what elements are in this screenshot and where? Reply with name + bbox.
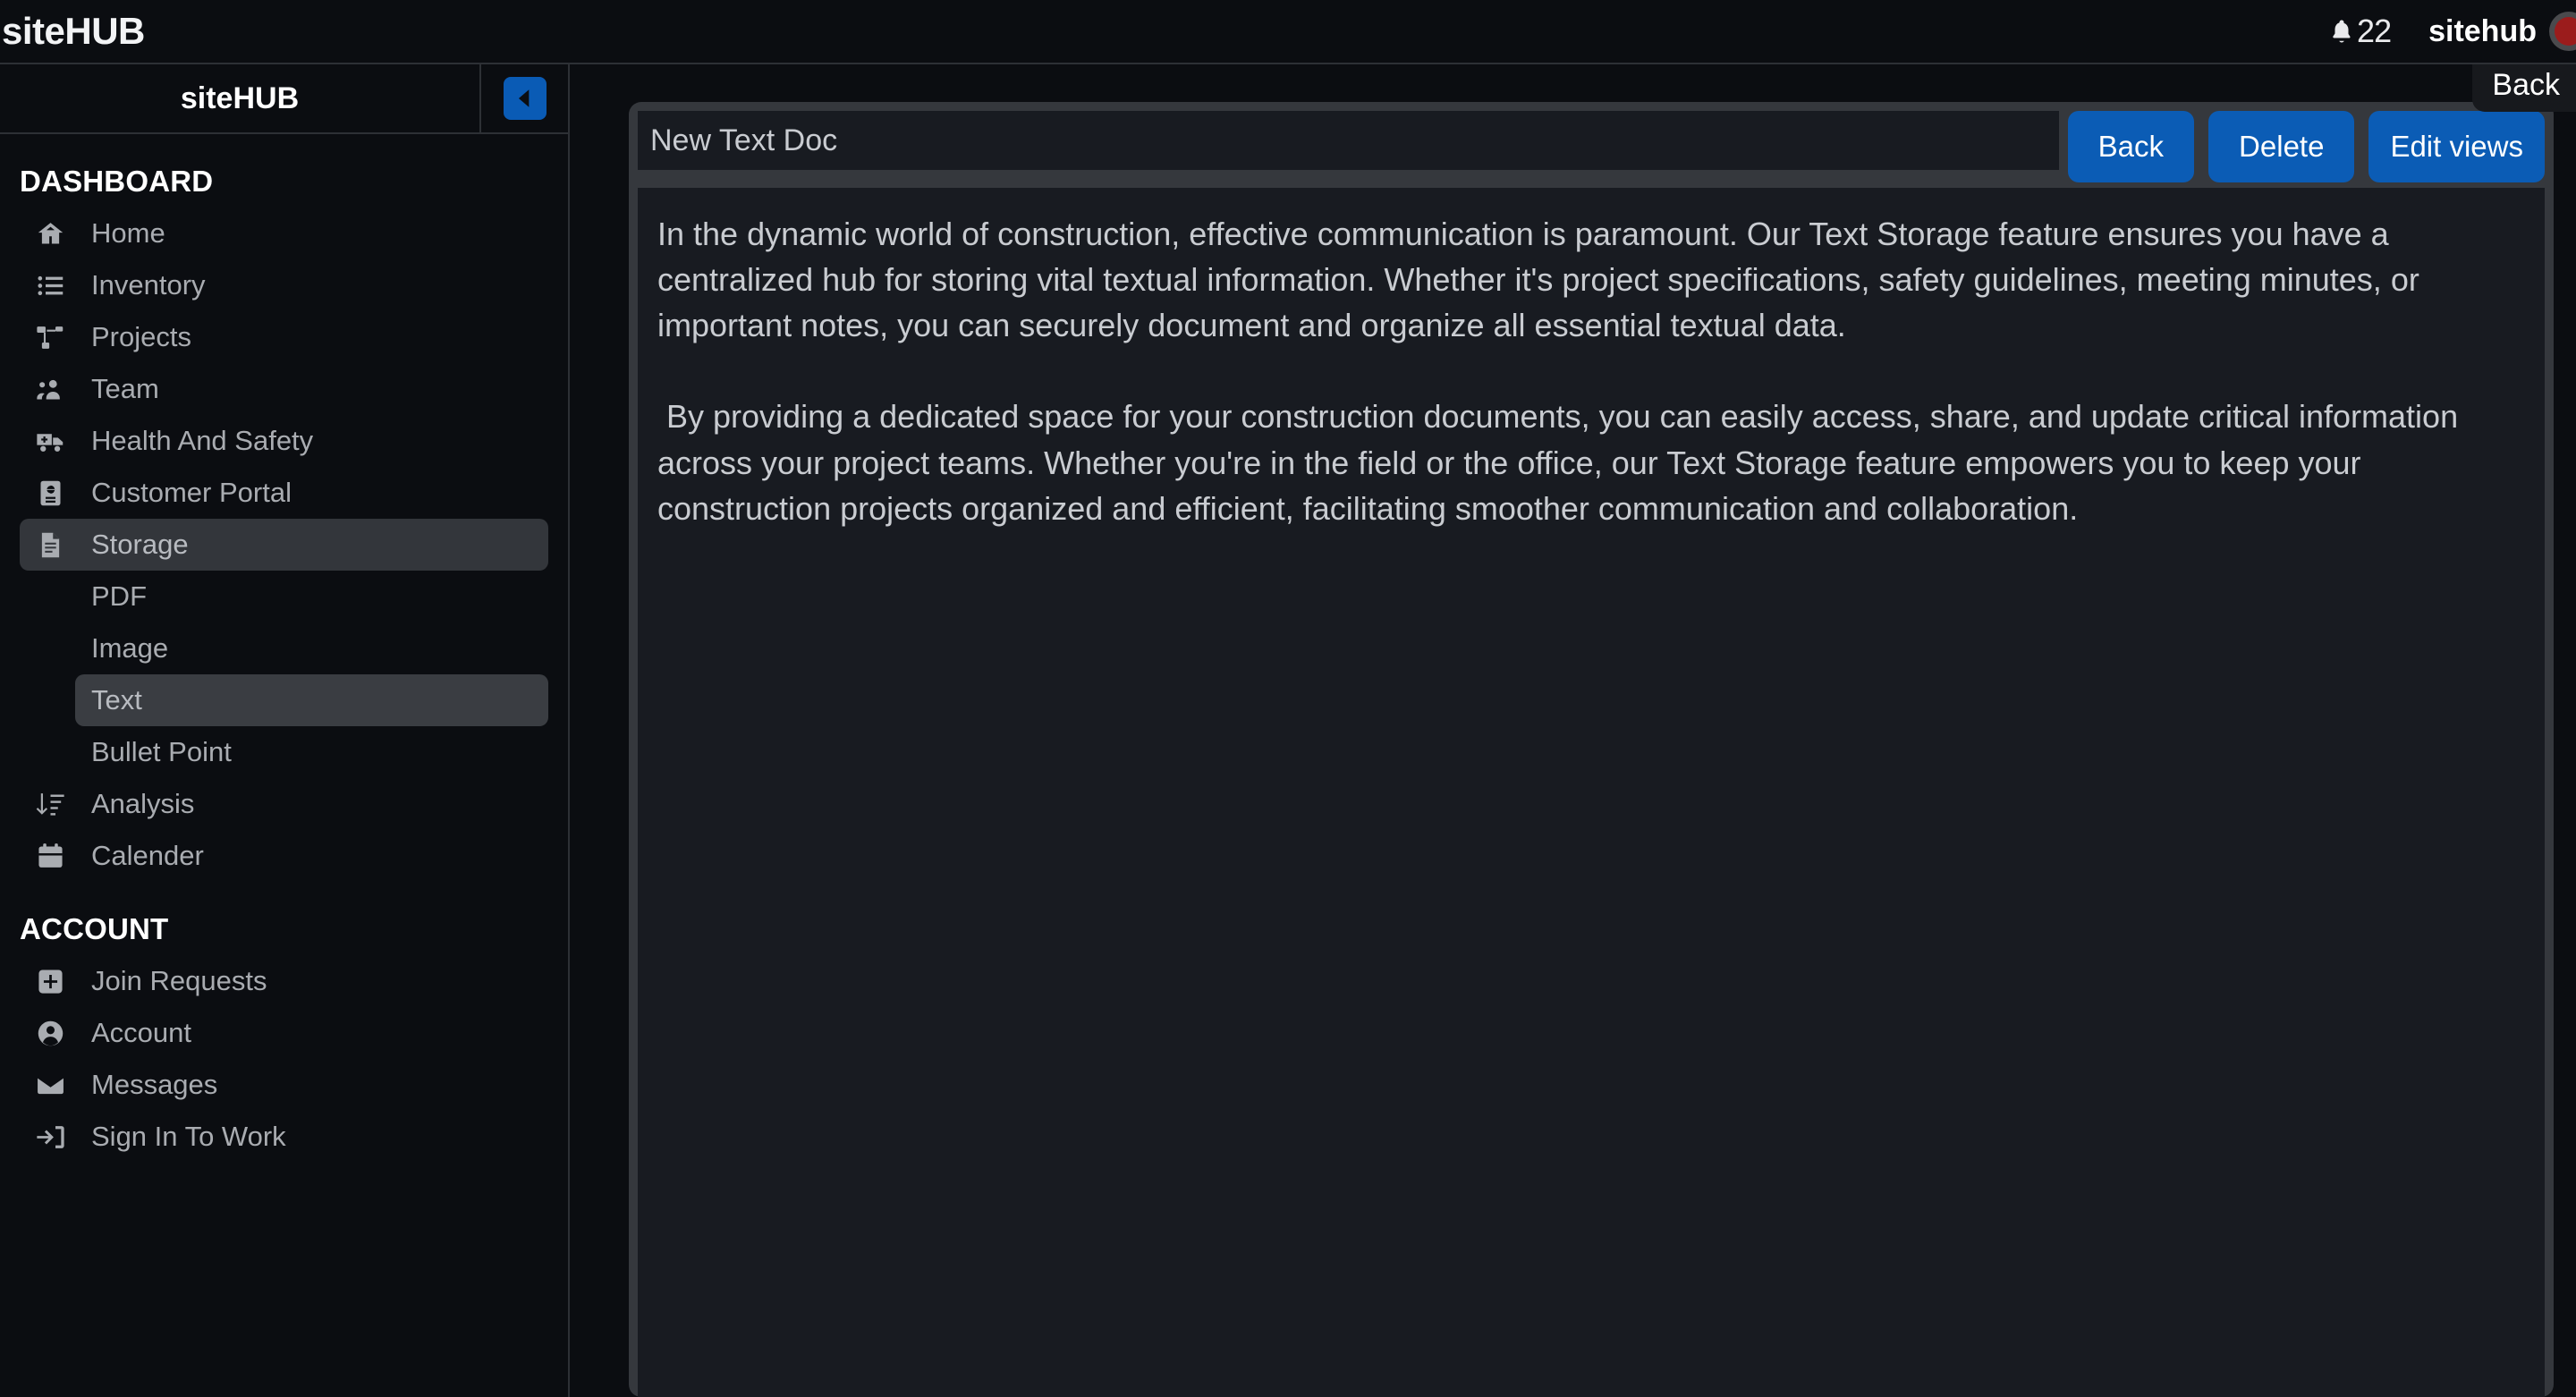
sidebar-item-label: Storage (91, 529, 189, 560)
sidebar-item-calender[interactable]: Calender (20, 830, 548, 882)
chevron-left-icon (513, 87, 537, 110)
list-icon (36, 271, 68, 301)
sidebar-collapse-button[interactable] (503, 77, 547, 120)
user-menu[interactable]: sitehub (2428, 12, 2576, 51)
notification-count: 22 (2357, 13, 2392, 49)
username-label: sitehub (2428, 13, 2537, 48)
sidebar-item-account[interactable]: Account (20, 1007, 548, 1059)
main-content: Back Back Delete Edit views In the dynam… (572, 64, 2576, 1397)
top-bar-right: 22 sitehub (2328, 12, 2576, 51)
sidebar-item-customer-portal[interactable]: Customer Portal (20, 467, 548, 519)
sidebar-subitem-pdf[interactable]: PDF (75, 571, 548, 622)
sidebar-item-label: Sign In To Work (91, 1121, 286, 1152)
sidebar-item-label: Customer Portal (91, 477, 292, 508)
sidebar-item-projects[interactable]: Projects (20, 311, 548, 363)
sidebar-title-wrap: siteHUB (0, 64, 481, 132)
envelope-icon (36, 1071, 68, 1100)
sidebar-header: siteHUB (0, 64, 568, 134)
sidebar-item-sign-in-to-work[interactable]: Sign In To Work (20, 1111, 548, 1163)
plus-square-icon (36, 967, 68, 996)
sidebar-nav-dashboard-rest: Analysis Calender (0, 778, 568, 882)
sidebar-item-health-and-safety[interactable]: Health And Safety (20, 415, 548, 467)
back-tooltip[interactable]: Back (2472, 64, 2576, 112)
storage-subnav: PDF Image Text Bullet Point (0, 571, 568, 778)
document-card-header: Back Delete Edit views (638, 111, 2545, 182)
sort-amount-down-icon (36, 790, 68, 819)
document-card: Back Delete Edit views In the dynamic wo… (629, 102, 2554, 1397)
edit-views-button[interactable]: Edit views (2368, 111, 2545, 182)
sidebar-item-label: Calender (91, 840, 204, 871)
sidebar-item-label: Projects (91, 321, 191, 352)
document-actions: Back Delete Edit views (2067, 111, 2545, 182)
sidebar-item-label: Messages (91, 1069, 218, 1100)
sidebar-item-label: Health And Safety (91, 425, 314, 456)
home-icon (36, 219, 68, 249)
sidebar-section-dashboard-heading: DASHBOARD (20, 165, 214, 198)
id-card-icon (36, 478, 68, 508)
app-logo: siteHUB (2, 10, 145, 52)
avatar-dot (2555, 17, 2576, 46)
sidebar-collapse-wrap (481, 64, 568, 132)
sidebar-item-home[interactable]: Home (20, 207, 548, 259)
sidebar-item-team[interactable]: Team (20, 363, 548, 415)
sidebar-item-label: Analysis (91, 788, 195, 819)
sign-in-icon (36, 1122, 68, 1152)
sidebar-item-label: Join Requests (91, 965, 267, 996)
sidebar-subitem-label: Bullet Point (91, 736, 232, 767)
notifications-button[interactable]: 22 (2328, 13, 2392, 50)
back-button[interactable]: Back (2067, 111, 2195, 182)
sidebar-section-account-heading: ACCOUNT (20, 912, 169, 945)
sidebar-subitem-label: Text (91, 684, 142, 715)
sitemap-icon (36, 323, 68, 352)
sidebar-item-label: Team (91, 373, 159, 404)
sidebar-subitem-label: Image (91, 632, 169, 664)
sidebar-title: siteHUB (180, 80, 300, 115)
sidebar-item-storage[interactable]: Storage (20, 519, 548, 571)
avatar[interactable] (2549, 12, 2576, 51)
calendar-icon (36, 842, 68, 871)
sidebar-item-inventory[interactable]: Inventory (20, 259, 548, 311)
sidebar-subitem-text[interactable]: Text (75, 674, 548, 726)
sidebar-item-label: Home (91, 217, 165, 249)
sidebar-item-label: Account (91, 1017, 192, 1048)
bell-icon (2328, 18, 2355, 45)
sidebar-subitem-image[interactable]: Image (75, 622, 548, 674)
sidebar-subitem-bullet-point[interactable]: Bullet Point (75, 726, 548, 778)
document-title-input[interactable] (638, 111, 2059, 170)
document-body-text[interactable]: In the dynamic world of construction, ef… (638, 188, 2545, 1397)
sidebar-item-join-requests[interactable]: Join Requests (20, 955, 548, 1007)
sidebar: siteHUB DASHBOARD Home Inventory Project… (0, 64, 570, 1397)
user-circle-icon (36, 1019, 68, 1048)
sidebar-item-analysis[interactable]: Analysis (20, 778, 548, 830)
ambulance-icon (36, 427, 68, 456)
top-bar: siteHUB 22 sitehub (0, 0, 2576, 64)
sidebar-nav-account: Join Requests Account Messages Sign In T… (0, 955, 568, 1163)
sidebar-item-label: Inventory (91, 269, 206, 301)
users-icon (36, 375, 68, 404)
sidebar-subitem-label: PDF (91, 580, 147, 612)
sidebar-item-messages[interactable]: Messages (20, 1059, 548, 1111)
sidebar-nav-dashboard: Home Inventory Projects Team Health And … (0, 207, 568, 571)
delete-button[interactable]: Delete (2208, 111, 2355, 182)
file-lines-icon (36, 530, 68, 560)
